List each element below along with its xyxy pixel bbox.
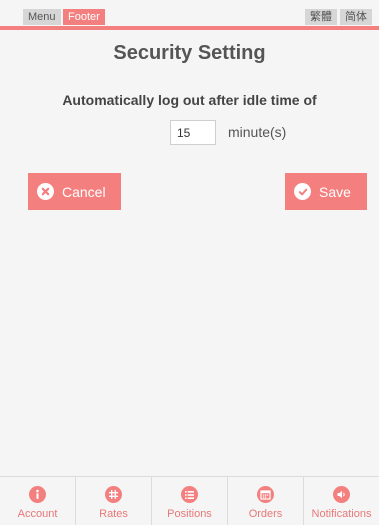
calendar-icon bbox=[257, 486, 274, 503]
traditional-chinese-button[interactable]: 繁體 bbox=[305, 9, 337, 25]
save-label: Save bbox=[319, 183, 351, 200]
nav-label-notifications: Notifications bbox=[311, 508, 372, 520]
nav-item-account[interactable]: Account bbox=[0, 477, 76, 525]
simplified-chinese-button[interactable]: 简体 bbox=[340, 9, 372, 25]
nav-item-notifications[interactable]: Notifications bbox=[304, 477, 379, 525]
nav-item-rates[interactable]: Rates bbox=[76, 477, 152, 525]
minutes-unit-label: minute(s) bbox=[228, 124, 287, 140]
nav-label-orders: Orders bbox=[248, 508, 283, 520]
footer-nav: Account Rates Positions Orders Notificat… bbox=[0, 476, 379, 525]
nav-label-account: Account bbox=[17, 508, 58, 520]
page-title: Security Setting bbox=[113, 42, 266, 64]
cancel-button[interactable]: Cancel bbox=[28, 173, 121, 210]
header-divider bbox=[0, 26, 379, 30]
idle-time-input[interactable] bbox=[170, 120, 216, 145]
speaker-icon bbox=[333, 486, 350, 503]
nav-item-orders[interactable]: Orders bbox=[228, 477, 304, 525]
save-button[interactable]: Save bbox=[285, 173, 367, 210]
nav-item-positions[interactable]: Positions bbox=[152, 477, 228, 525]
close-icon bbox=[37, 183, 54, 200]
grid-icon bbox=[105, 486, 122, 503]
nav-label-rates: Rates bbox=[99, 508, 128, 520]
check-icon bbox=[294, 183, 311, 200]
list-icon bbox=[181, 486, 198, 503]
footer-button[interactable]: Footer bbox=[63, 9, 105, 25]
menu-button[interactable]: Menu bbox=[23, 9, 61, 25]
page: Menu Footer 繁體 简体 Security Setting Autom… bbox=[0, 0, 379, 525]
idle-timeout-label: Automatically log out after idle time of bbox=[62, 92, 317, 108]
nav-label-positions: Positions bbox=[167, 508, 212, 520]
info-icon bbox=[29, 486, 46, 503]
top-bar: Menu Footer 繁體 简体 bbox=[0, 0, 379, 30]
cancel-label: Cancel bbox=[62, 183, 106, 200]
